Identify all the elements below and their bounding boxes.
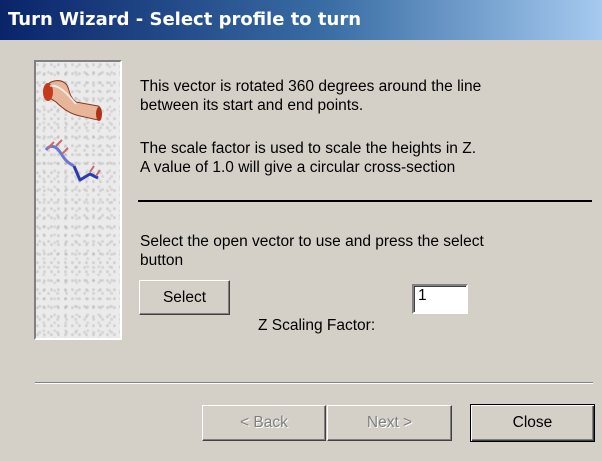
select-button[interactable]: Select bbox=[139, 280, 230, 315]
instruction-line-2: button bbox=[140, 252, 184, 269]
description-line-4: A value of 1.0 will give a circular cros… bbox=[140, 159, 456, 176]
description-paragraph-1: This vector is rotated 360 degrees aroun… bbox=[140, 77, 481, 115]
title-bar[interactable]: Turn Wizard - Select profile to turn bbox=[0, 0, 602, 40]
window-title: Turn Wizard - Select profile to turn bbox=[8, 9, 362, 30]
back-button[interactable]: < Back bbox=[202, 405, 326, 441]
wizard-illustration-panel bbox=[34, 60, 122, 340]
z-scaling-label: Z Scaling Factor: bbox=[258, 317, 376, 334]
open-vector-icon bbox=[44, 139, 101, 182]
description-paragraph-2: The scale factor is used to scale the he… bbox=[140, 139, 476, 177]
description-line-1: This vector is rotated 360 degrees aroun… bbox=[140, 78, 482, 95]
description-line-3: The scale factor is used to scale the he… bbox=[140, 140, 477, 157]
z-scaling-input[interactable] bbox=[412, 284, 468, 314]
next-button[interactable]: Next > bbox=[327, 405, 452, 441]
description-line-2: between its start and end points. bbox=[140, 97, 364, 114]
section-divider bbox=[138, 200, 592, 202]
footer-divider bbox=[35, 382, 593, 384]
instruction-text: Select the open vector to use and press … bbox=[140, 232, 484, 270]
instruction-line-1: Select the open vector to use and press … bbox=[140, 233, 484, 250]
close-button[interactable]: Close bbox=[470, 404, 595, 442]
